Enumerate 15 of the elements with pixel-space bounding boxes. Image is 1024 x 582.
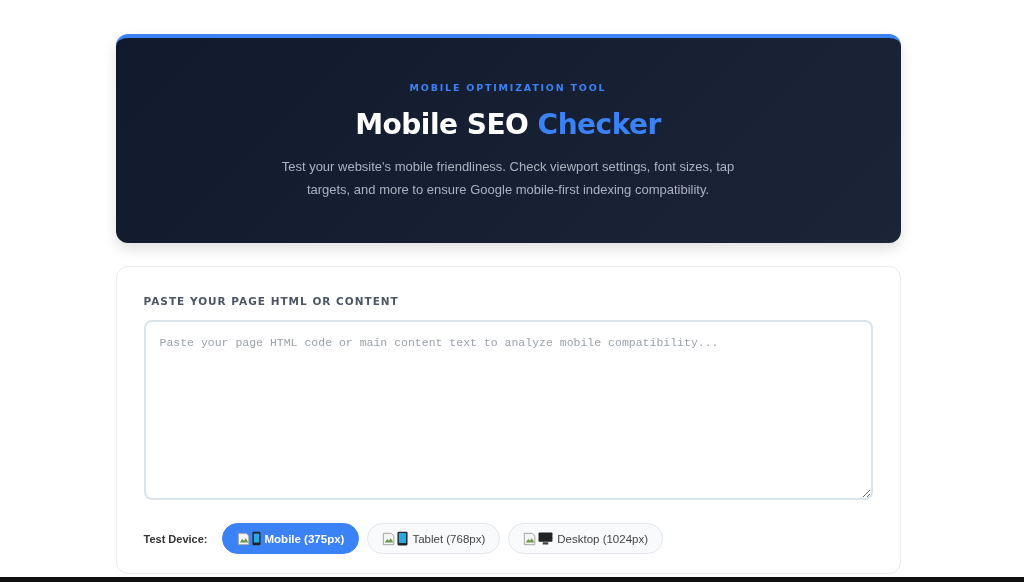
broken-image-icon (236, 531, 251, 546)
device-button[interactable]: Tablet (768px) (367, 523, 501, 554)
phone-icon (251, 531, 261, 546)
content-textarea[interactable]: Paste your page HTML code or main content text to analyze mobile compatibility... (143, 320, 873, 500)
device-button[interactable]: Desktop (1024px) (508, 523, 664, 554)
device-button[interactable]: Mobile (375px) (221, 523, 360, 554)
device-label: Test Device: (143, 532, 208, 545)
monitor-icon (538, 532, 554, 545)
tablet-icon (397, 531, 409, 546)
page-title: Mobile SEO Checker (355, 109, 661, 141)
broken-image-icon (382, 531, 397, 546)
description-text: Test your website's mobile friendliness. Check viewport settings, font sizes, tap targets, and more to ensure Google mobile-first indexing compatibility. (280, 158, 736, 199)
eyebrow-text: MOBILE OPTIMIZATION TOOL (409, 82, 607, 93)
field-label: PASTE YOUR PAGE HTML OR CONTENT (143, 295, 399, 307)
broken-image-icon (523, 531, 538, 546)
